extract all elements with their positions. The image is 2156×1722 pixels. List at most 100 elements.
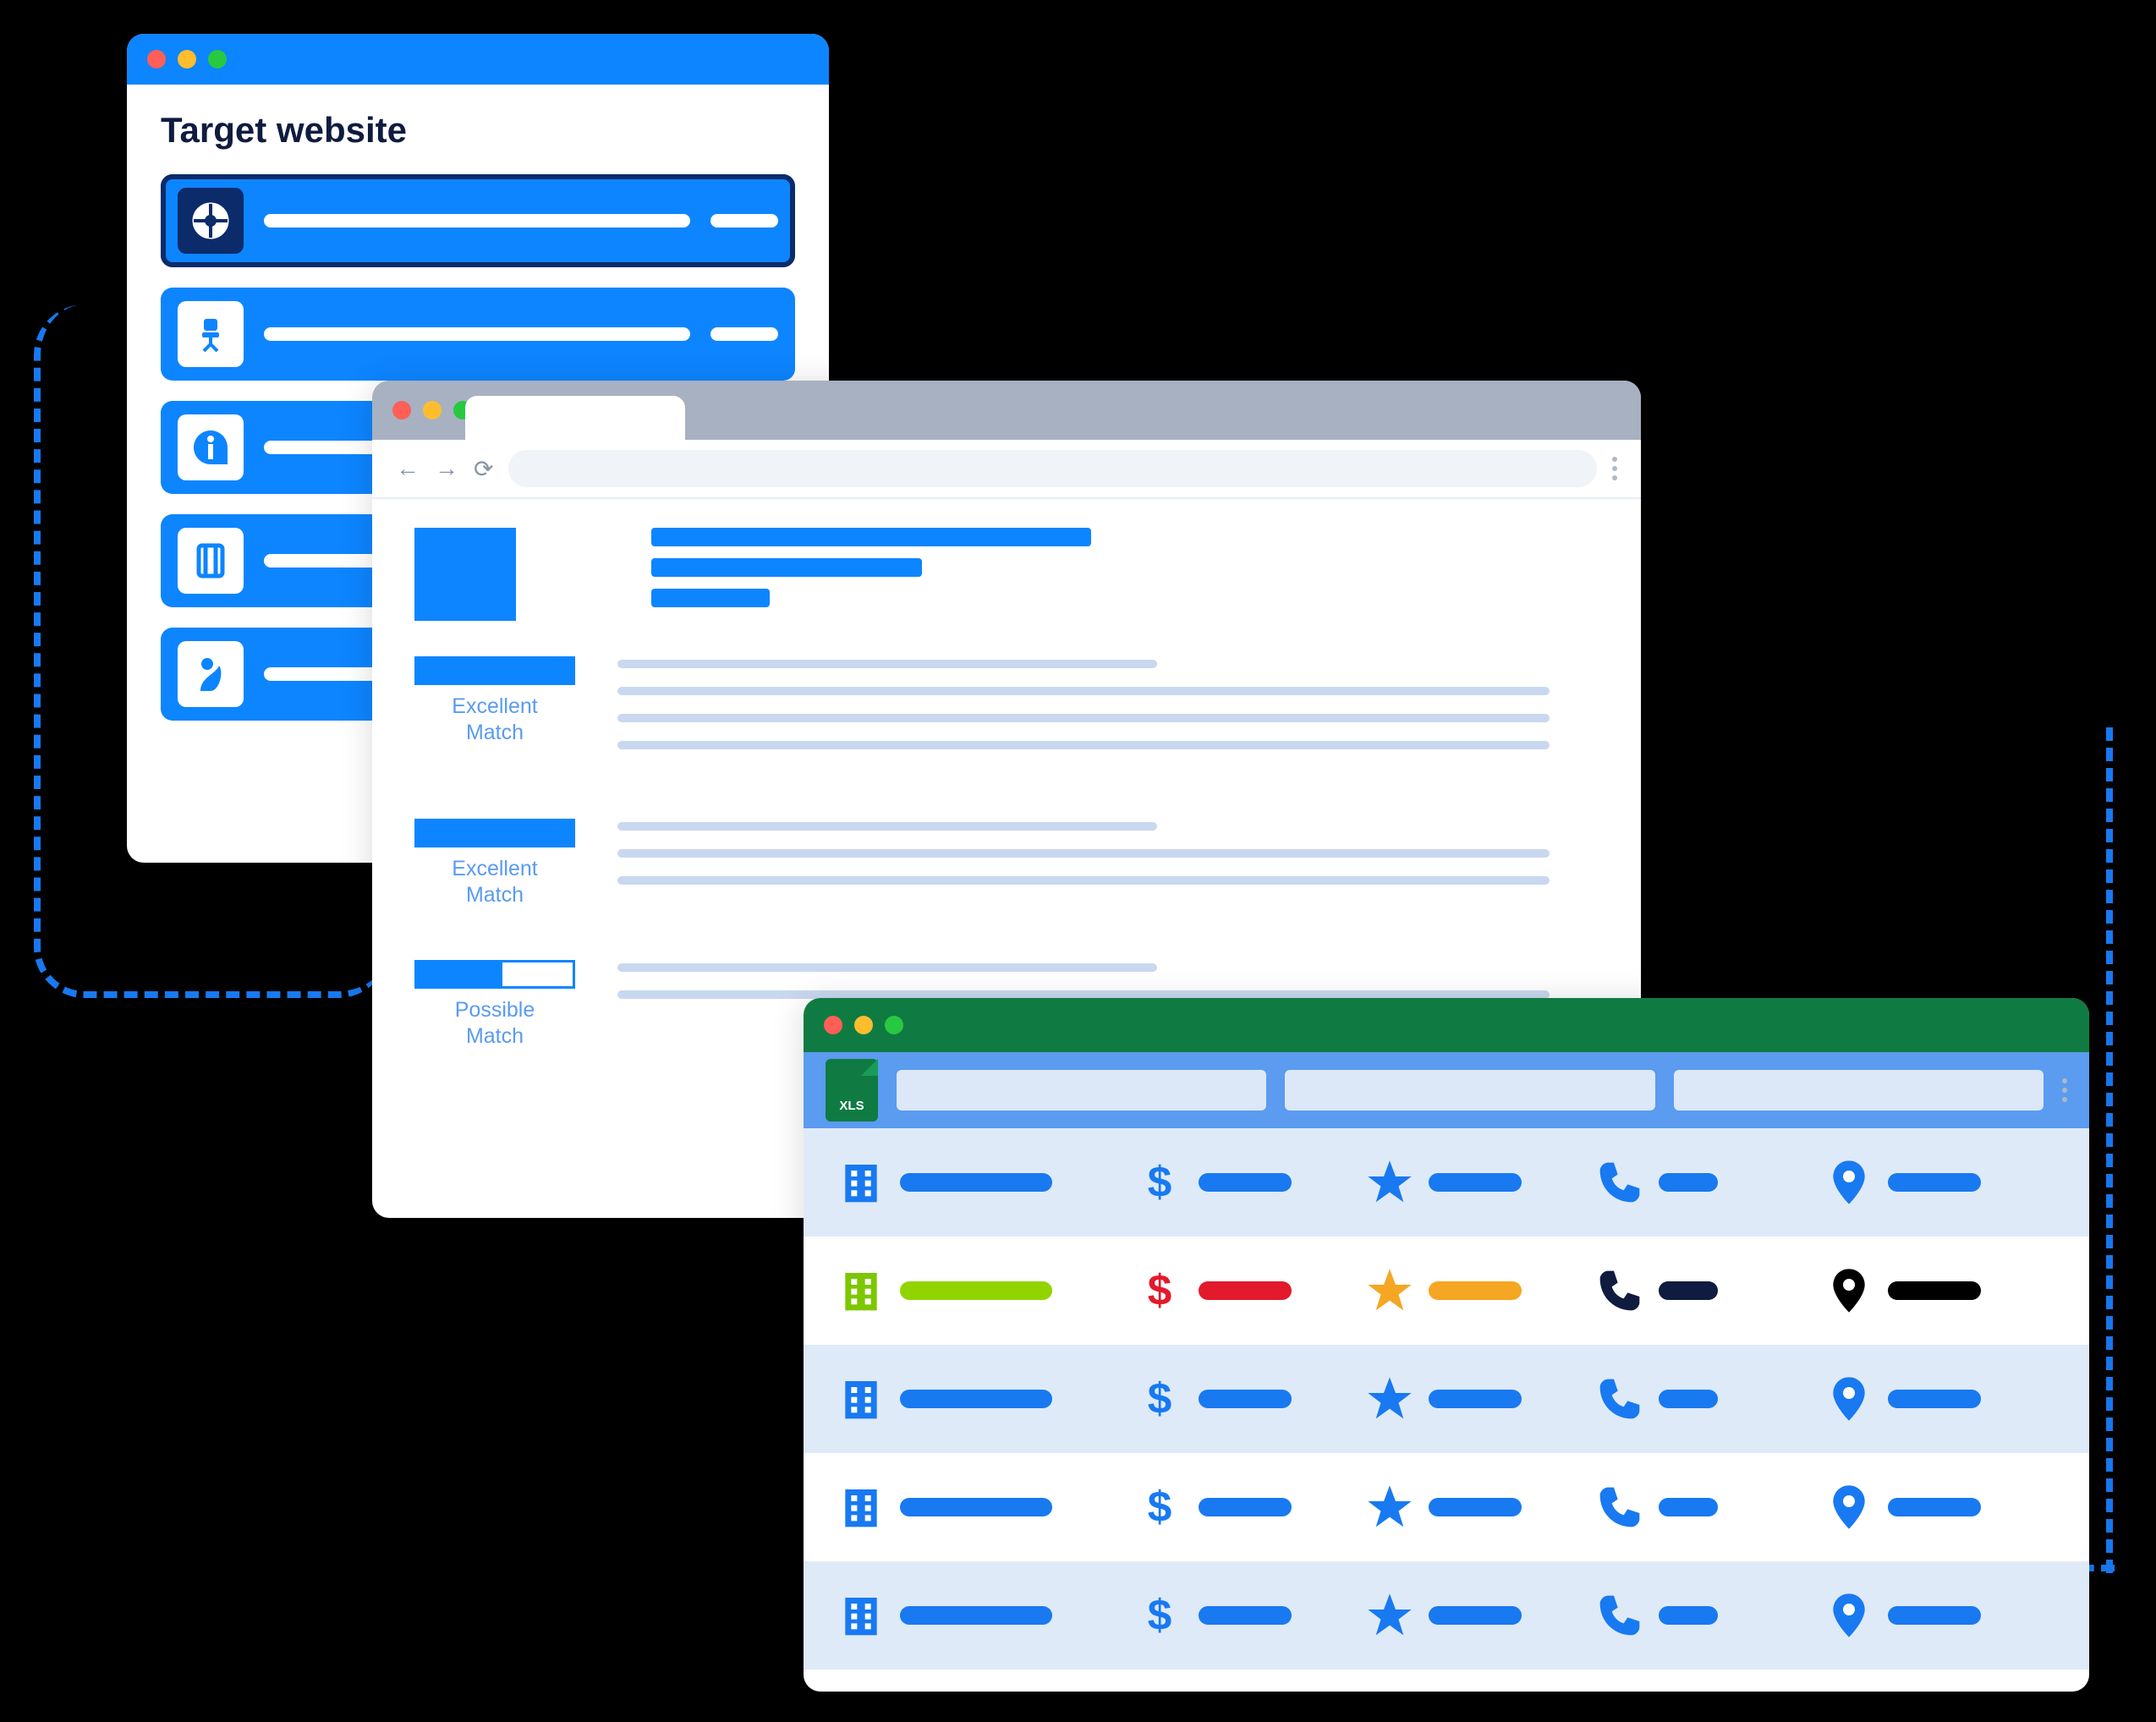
cell — [837, 1592, 1136, 1639]
placeholder-line — [1199, 1390, 1292, 1408]
placeholder-line — [1429, 1498, 1522, 1516]
placeholder-line — [617, 822, 1157, 831]
table-row — [804, 1453, 2089, 1561]
building-icon — [837, 1375, 885, 1423]
cell — [1596, 1159, 1826, 1206]
maximize-icon[interactable] — [208, 50, 227, 69]
building-icon — [837, 1159, 885, 1206]
cell — [837, 1375, 1136, 1423]
minimize-icon[interactable] — [423, 401, 442, 420]
cell — [1596, 1483, 1826, 1531]
cell — [1136, 1592, 1366, 1639]
placeholder-line — [1429, 1606, 1522, 1625]
location-pin-icon — [1825, 1267, 1873, 1314]
placeholder-line — [1659, 1390, 1718, 1408]
menu-icon[interactable] — [2062, 1078, 2067, 1102]
placeholder-line — [1659, 1498, 1718, 1516]
phone-icon — [1596, 1375, 1643, 1423]
placeholder-line — [1888, 1606, 1981, 1625]
forward-icon[interactable]: → — [435, 455, 458, 482]
phone-icon — [1596, 1267, 1643, 1314]
back-icon[interactable]: ← — [396, 455, 420, 482]
placeholder-line — [264, 327, 690, 341]
placeholder-line — [617, 849, 1550, 858]
placeholder-line — [651, 528, 1091, 546]
table-row — [804, 1561, 2089, 1670]
star-icon — [1366, 1375, 1413, 1423]
star-icon — [1366, 1483, 1413, 1531]
match-entry: ExcellentMatch — [414, 656, 1599, 768]
person-icon — [178, 641, 244, 707]
placeholder-line — [1199, 1173, 1292, 1192]
placeholder-line — [1199, 1498, 1292, 1516]
placeholder-line — [1659, 1281, 1718, 1300]
placeholder-line — [617, 876, 1550, 885]
placeholder-line — [1888, 1281, 1981, 1300]
cell — [1825, 1483, 2055, 1531]
profile-avatar — [414, 528, 516, 621]
location-pin-icon — [1825, 1592, 1873, 1639]
maximize-icon[interactable] — [885, 1016, 903, 1034]
placeholder-line — [900, 1390, 1052, 1408]
address-bar: ← → ⟳ — [372, 440, 1641, 499]
url-input[interactable] — [508, 450, 1597, 487]
building-icon — [837, 1267, 885, 1314]
menu-icon[interactable] — [1612, 457, 1617, 480]
phone-icon — [1596, 1159, 1643, 1206]
placeholder-line — [651, 589, 770, 607]
placeholder-line — [1199, 1606, 1292, 1625]
cell — [837, 1267, 1136, 1314]
cell — [837, 1483, 1136, 1531]
match-score-bar — [414, 656, 575, 685]
cell — [1825, 1592, 2055, 1639]
minimize-icon[interactable] — [854, 1016, 873, 1034]
location-pin-icon — [1825, 1159, 1873, 1206]
info-icon — [178, 414, 244, 480]
browser-tab[interactable] — [465, 396, 685, 440]
placeholder-line — [617, 660, 1157, 668]
minimize-icon[interactable] — [178, 50, 196, 69]
table-row — [804, 1128, 2089, 1237]
spreadsheet-rows — [804, 1128, 2089, 1670]
placeholder-line — [900, 1281, 1052, 1300]
placeholder-line — [264, 214, 690, 228]
dollar-icon — [1136, 1483, 1183, 1531]
building-icon — [837, 1592, 885, 1639]
close-icon[interactable] — [147, 50, 166, 69]
placeholder-line — [900, 1173, 1052, 1192]
cell — [1825, 1267, 2055, 1314]
cell — [1825, 1375, 2055, 1423]
placeholder-line — [617, 963, 1157, 972]
placeholder-line — [617, 714, 1550, 722]
placeholder-line — [651, 558, 922, 577]
cell — [1136, 1159, 1366, 1206]
table-row — [804, 1237, 2089, 1345]
placeholder-line — [1429, 1173, 1522, 1192]
cell — [1366, 1159, 1596, 1206]
star-icon — [1366, 1159, 1413, 1206]
toolbar-field[interactable] — [1285, 1070, 1654, 1111]
star-icon — [1366, 1267, 1413, 1314]
reload-icon[interactable]: ⟳ — [474, 455, 493, 483]
target-website-title: Target website — [161, 110, 795, 151]
phone-icon — [1596, 1592, 1643, 1639]
placeholder-line — [617, 687, 1550, 695]
cell — [1136, 1375, 1366, 1423]
match-label: PossibleMatch — [414, 997, 575, 1050]
cell — [1825, 1159, 2055, 1206]
site-row-1[interactable] — [161, 174, 795, 267]
toolbar-field[interactable] — [1674, 1070, 2044, 1111]
cell — [1596, 1267, 1826, 1314]
site-logo-a-icon — [178, 188, 244, 254]
placeholder-line — [617, 990, 1550, 999]
placeholder-line — [1659, 1606, 1718, 1625]
cell — [1136, 1267, 1366, 1314]
dollar-icon — [1136, 1375, 1183, 1423]
close-icon[interactable] — [392, 401, 411, 420]
cell — [1366, 1267, 1596, 1314]
site-row-2[interactable] — [161, 288, 795, 381]
profile-header — [651, 528, 1599, 628]
cell — [1596, 1592, 1826, 1639]
close-icon[interactable] — [824, 1016, 842, 1034]
toolbar-field[interactable] — [897, 1070, 1266, 1111]
